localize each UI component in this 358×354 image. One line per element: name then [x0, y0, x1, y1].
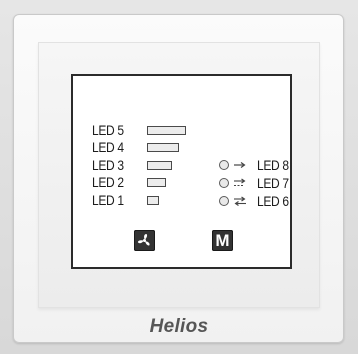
dashed-arrow-right-icon	[234, 178, 246, 187]
led-1-indicator	[147, 196, 159, 205]
led-2-indicator	[147, 178, 166, 187]
led-5-indicator	[147, 126, 186, 135]
led-5-label: LED 5	[92, 122, 124, 138]
led-4-indicator	[147, 143, 179, 152]
led-7-label: LED 7	[257, 175, 289, 191]
led-4-label: LED 4	[92, 139, 124, 155]
arrow-right-icon	[234, 162, 246, 168]
led-3-label: LED 3	[92, 157, 124, 173]
bidirectional-arrows-icon	[234, 196, 246, 206]
mode-button-label: M	[215, 231, 230, 250]
fan-icon	[137, 233, 150, 246]
led-3-indicator	[147, 161, 172, 170]
led-6-label: LED 6	[257, 193, 289, 209]
led-7-indicator	[219, 178, 229, 188]
led-8-label: LED 8	[257, 157, 289, 173]
led-2-label: LED 2	[92, 174, 124, 190]
led-8-indicator	[219, 160, 229, 170]
control-panel: LED 5 LED 4 LED 3 LED 2 LED 1 LED 8 LED …	[71, 74, 292, 269]
led-6-indicator	[219, 196, 229, 206]
fan-speed-button[interactable]	[134, 230, 155, 251]
brand-logo: Helios	[149, 316, 209, 337]
mode-button[interactable]: M	[212, 230, 233, 251]
led-1-label: LED 1	[92, 192, 124, 208]
